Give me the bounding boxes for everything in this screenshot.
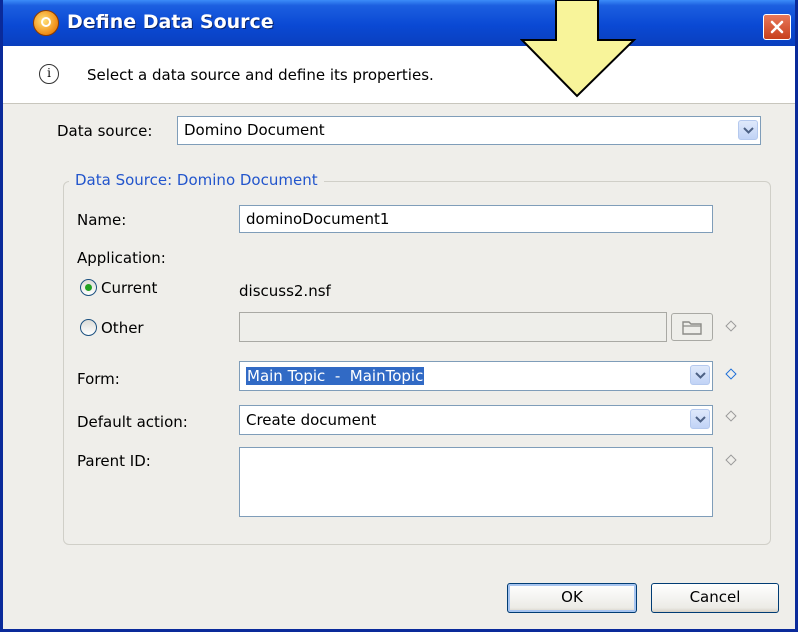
dialog-window: Define Data Source i Select a data sourc… [0,0,798,632]
data-source-select[interactable]: Domino Document [177,116,761,145]
form-label: Form: [77,370,120,388]
default-action-dropdown-button[interactable] [690,409,710,429]
close-button[interactable] [763,14,791,40]
close-icon [770,20,784,34]
form-value: Main Topic - MainTopic [246,367,425,385]
parent-id-label: Parent ID: [77,452,151,470]
title-bar[interactable]: Define Data Source [3,0,795,46]
info-banner: i Select a data source and define its pr… [3,46,795,104]
default-action-label: Default action: [77,413,188,431]
info-message: Select a data source and define its prop… [87,66,434,84]
data-source-value: Domino Document [184,121,325,139]
chevron-down-icon [743,127,754,134]
app-logo-icon [33,10,59,36]
other-label: Other [101,319,144,337]
info-icon: i [39,64,59,84]
other-application-input[interactable] [239,312,667,342]
data-source-dropdown-button[interactable] [738,120,758,140]
parent-id-input[interactable] [239,447,713,517]
group-title: Data Source: Domino Document [69,171,324,189]
other-radio[interactable] [80,319,97,336]
folder-icon [682,321,702,335]
default-action-select[interactable]: Create document [239,405,713,435]
cancel-button[interactable]: Cancel [651,583,779,613]
current-radio[interactable] [80,279,97,296]
form-select[interactable]: Main Topic - MainTopic [239,361,713,391]
chevron-down-icon [695,416,706,423]
form-dropdown-button[interactable] [690,365,710,385]
chevron-down-icon [695,372,706,379]
dialog-title: Define Data Source [67,11,274,33]
name-input[interactable]: dominoDocument1 [239,205,713,233]
default-action-value: Create document [246,411,377,429]
application-label: Application: [77,249,166,267]
browse-button[interactable] [671,313,713,341]
data-source-label: Data source: [57,122,153,140]
current-label: Current [101,279,158,297]
ok-button[interactable]: OK [507,583,637,613]
name-label: Name: [77,211,127,229]
current-application-value: discuss2.nsf [239,282,331,300]
pointer-arrow-icon [520,0,637,98]
